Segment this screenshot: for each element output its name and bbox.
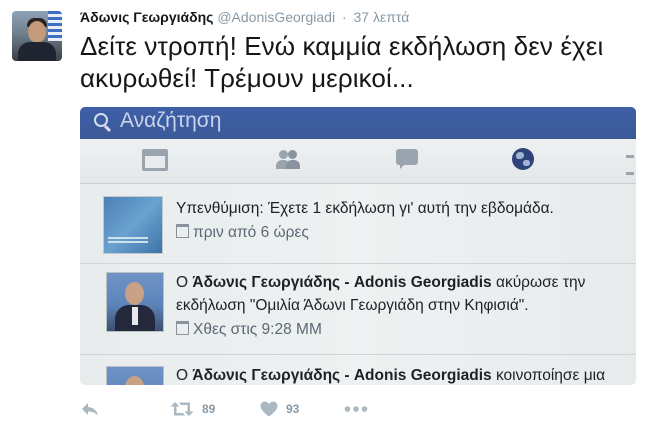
notification-prefix: Ο — [176, 274, 189, 291]
notification-time: πριν από 6 ώρες — [176, 224, 309, 242]
notification-action: ακύρωσε την — [495, 274, 586, 291]
facebook-top-bar: Αναζήτηση — [80, 107, 636, 139]
like-button[interactable]: 93 — [260, 398, 299, 420]
author-avatar[interactable] — [12, 11, 62, 61]
notification-action: κοινοποίησε μια — [495, 367, 606, 384]
tweet-header: Άδωνις Γεωργιάδης @AdonisGeorgiadi · 37 … — [80, 8, 409, 26]
globe-icon — [512, 148, 534, 170]
notification-text: Ο Άδωνις Γεωργιάδης - Adonis Georgiadis … — [176, 274, 585, 292]
ellipsis-icon — [344, 406, 368, 412]
reply-button[interactable] — [80, 398, 100, 420]
divider — [80, 263, 636, 264]
profile-thumbnail — [106, 272, 164, 332]
like-count: 93 — [286, 402, 300, 416]
calendar-icon — [176, 321, 189, 335]
avatar-head — [28, 21, 46, 43]
notification-text: Υπενθύμιση: Έχετε 1 εκδήλωση γι' αυτή τη… — [176, 200, 554, 217]
messages-icon — [396, 149, 418, 169]
retweet-icon — [170, 402, 194, 416]
notification-text-line2: εκδήλωση "Ομιλία Άδωνι Γεωργιάδη στην Κη… — [176, 297, 529, 314]
author-name[interactable]: Άδωνις Γεωργιάδης — [80, 9, 213, 25]
profile-thumbnail — [106, 366, 164, 385]
calendar-icon — [176, 224, 189, 238]
flag-graphic — [48, 11, 62, 41]
notification-actor: Άδωνις Γεωργιάδης - Adonis Georgiadis — [192, 367, 492, 384]
notification-prefix: Ο — [176, 367, 189, 384]
tweet-timestamp[interactable]: 37 λεπτά — [354, 9, 410, 25]
tweet-media-photo[interactable]: Αναζήτηση Υπενθύμιση: Έχετε 1 εκδήλωση γ… — [80, 107, 636, 385]
retweet-button[interactable]: 89 — [170, 398, 215, 420]
author-handle[interactable]: @AdonisGeorgiadi — [217, 9, 335, 25]
notification-text: Ο Άδωνις Γεωργιάδης - Adonis Georgiadis … — [176, 367, 605, 385]
notification-time-text: Χθες στις 9:28 MM — [193, 321, 322, 338]
separator: · — [341, 9, 347, 25]
home-icon — [142, 149, 168, 171]
search-icon — [94, 113, 108, 127]
event-reminder-thumbnail — [103, 196, 163, 254]
avatar-suit — [18, 42, 56, 61]
notification-actor: Άδωνις Γεωργιάδης - Adonis Georgiadis — [192, 274, 492, 291]
tweet-text: Δείτε ντροπή! Ενώ καμμία εκδήλωση δεν έχ… — [80, 31, 604, 93]
notifications-list: Υπενθύμιση: Έχετε 1 εκδήλωση γι' αυτή τη… — [80, 184, 636, 385]
more-options-button[interactable] — [344, 398, 368, 420]
more-icon — [626, 155, 634, 175]
friends-icon — [276, 149, 300, 173]
notification-time: Χθες στις 9:28 MM — [176, 321, 322, 339]
retweet-count: 89 — [202, 402, 216, 416]
search-placeholder: Αναζήτηση — [120, 109, 222, 132]
tweet-actions: 89 93 — [80, 398, 480, 420]
notification-time-text: πριν από 6 ώρες — [193, 224, 309, 241]
facebook-tab-bar — [80, 139, 636, 184]
heart-icon — [260, 401, 278, 417]
divider — [80, 354, 636, 355]
reply-icon — [82, 403, 98, 416]
